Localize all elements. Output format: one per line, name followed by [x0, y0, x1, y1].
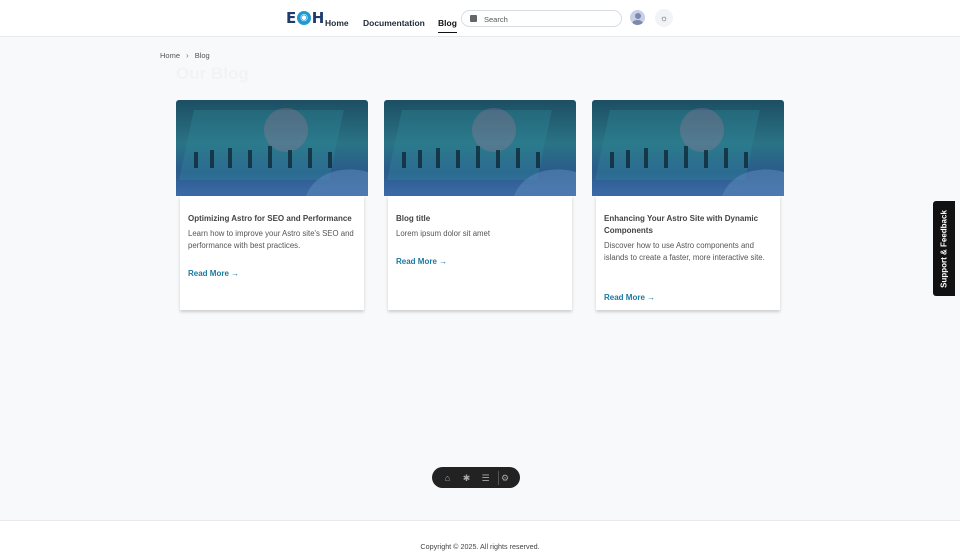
search-input[interactable]: Search: [461, 10, 622, 27]
dev-toolbar: ⌂ ✱ ☰ ⚙: [432, 467, 520, 488]
site-logo[interactable]: E ◉ H: [286, 9, 324, 27]
blog-card[interactable]: Enhancing Your Astro Site with Dynamic C…: [592, 100, 784, 311]
blog-card[interactable]: Blog title Lorem ipsum dolor sit amet Re…: [384, 100, 576, 311]
card-cover-illustration: [386, 108, 576, 196]
blog-card-body: Blog title Lorem ipsum dolor sit amet Re…: [388, 196, 572, 310]
bug-icon[interactable]: ✱: [460, 471, 474, 485]
blog-card-title[interactable]: Enhancing Your Astro Site with Dynamic C…: [604, 213, 776, 237]
card-cover-illustration: [178, 108, 368, 196]
breadcrumb-current: Blog: [194, 51, 210, 60]
nav-documentation-link[interactable]: Documentation: [363, 18, 425, 28]
breadcrumb: Home › Blog: [160, 51, 210, 60]
user-avatar[interactable]: [630, 10, 645, 25]
search-placeholder: Search: [484, 14, 508, 24]
rocket-icon[interactable]: ⌂: [441, 471, 455, 485]
breadcrumb-home-link[interactable]: Home: [160, 51, 180, 60]
blog-card-description: Lorem ipsum dolor sit amet: [396, 229, 491, 238]
nav-blog-link[interactable]: Blog: [438, 18, 457, 33]
read-more-link[interactable]: Read More →: [396, 257, 447, 266]
blog-card-title[interactable]: Optimizing Astro for SEO and Performance: [188, 213, 360, 225]
blog-card-title[interactable]: Blog title: [396, 213, 568, 225]
blog-card-image: [176, 100, 368, 196]
blog-card[interactable]: Optimizing Astro for SEO and Performance…: [176, 100, 368, 311]
blog-card-body: Optimizing Astro for SEO and Performance…: [180, 196, 364, 310]
gear-icon[interactable]: ⚙: [497, 470, 512, 485]
theme-toggle-sun-icon[interactable]: ☼: [655, 9, 673, 27]
blog-card-image: [384, 100, 576, 196]
blog-card-description: Learn how to improve your Astro site's S…: [188, 229, 354, 250]
copyright-text: Copyright © 2025. All rights reserved.: [420, 542, 540, 551]
list-icon[interactable]: ☰: [479, 471, 493, 485]
page-title: Our Blog: [176, 64, 249, 83]
blog-card-image: [592, 100, 784, 196]
top-navbar: E ◉ H Home Documentation Blog Search ☼: [0, 0, 960, 37]
search-icon: [470, 15, 477, 22]
blog-card-body: Enhancing Your Astro Site with Dynamic C…: [596, 196, 780, 310]
card-cover-illustration: [594, 108, 784, 196]
read-more-link[interactable]: Read More →: [188, 269, 239, 278]
support-feedback-label: Support & Feedback: [939, 209, 949, 288]
read-more-link[interactable]: Read More →: [604, 293, 655, 302]
blog-card-description: Discover how to use Astro components and…: [604, 241, 765, 262]
support-feedback-tab[interactable]: Support & Feedback: [933, 201, 955, 296]
footer: Copyright © 2025. All rights reserved.: [0, 520, 960, 559]
nav-home-link[interactable]: Home: [325, 18, 349, 28]
chevron-right-icon: ›: [186, 51, 189, 60]
